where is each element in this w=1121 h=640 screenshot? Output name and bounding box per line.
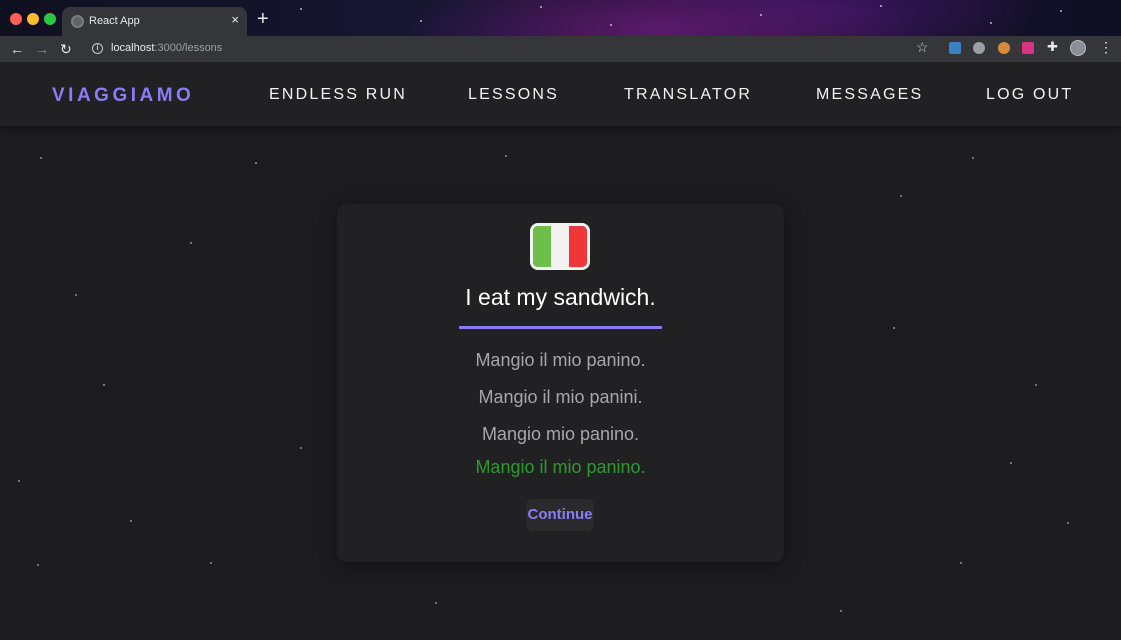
background-star — [505, 155, 507, 157]
decor-star — [990, 22, 992, 24]
profile-avatar[interactable] — [1070, 40, 1086, 56]
background-star — [1010, 462, 1012, 464]
decor-star — [760, 14, 762, 16]
correct-answer-feedback: Mangio il mio panino. — [475, 457, 646, 477]
decor-star — [610, 24, 612, 26]
nav-link-translator[interactable]: TRANSLATOR — [624, 86, 752, 104]
answer-option[interactable]: Mangio il mio panino. — [337, 350, 784, 371]
window-minimize-button[interactable] — [27, 13, 39, 25]
globe-icon — [71, 15, 84, 28]
background-star — [1067, 522, 1069, 524]
italy-flag-icon — [530, 223, 590, 270]
nav-link-lessons[interactable]: LESSONS — [468, 86, 559, 104]
nav-link-endless-run[interactable]: ENDLESS RUN — [269, 86, 407, 104]
bookmark-star-icon[interactable]: ☆ — [916, 39, 929, 56]
background-star — [435, 602, 437, 604]
answer-option[interactable]: Mangio mio panino. — [337, 424, 784, 445]
extension-icon[interactable] — [1022, 42, 1034, 54]
answer-option[interactable]: Mangio il mio panini. — [337, 387, 784, 408]
extension-icon[interactable] — [949, 42, 961, 54]
background-star — [210, 562, 212, 564]
background-star — [840, 610, 842, 612]
back-arrow-icon[interactable]: ← — [10, 40, 24, 58]
top-navbar: VIAGGIAMO ENDLESS RUN LESSONS TRANSLATOR… — [0, 62, 1121, 126]
decor-star — [420, 20, 422, 22]
nav-link-log-out[interactable]: LOG OUT — [986, 86, 1073, 104]
decor-star — [540, 6, 542, 8]
forward-arrow-icon[interactable]: → — [35, 40, 49, 58]
decor-star — [1060, 10, 1062, 12]
background-star — [40, 157, 42, 159]
background-star — [37, 564, 39, 566]
continue-button[interactable]: Continue — [526, 499, 594, 531]
new-tab-button[interactable]: + — [257, 9, 269, 29]
tab-title: React App — [89, 15, 140, 27]
background-star — [130, 520, 132, 522]
background-star — [972, 157, 974, 159]
background-star — [893, 327, 895, 329]
url-path: :3000/lessons — [154, 42, 223, 54]
window-zoom-button[interactable] — [44, 13, 56, 25]
background-star — [18, 480, 20, 482]
decor-star — [880, 5, 882, 7]
extension-icon[interactable] — [973, 42, 985, 54]
reload-icon[interactable]: ↻ — [60, 40, 72, 58]
window-close-button[interactable] — [10, 13, 22, 25]
background-star — [1035, 384, 1037, 386]
background-star — [190, 242, 192, 244]
brand-logo[interactable]: VIAGGIAMO — [52, 85, 194, 107]
background-star — [255, 162, 257, 164]
lesson-card: I eat my sandwich. Mangio il mio panino.… — [337, 204, 784, 562]
background-star — [103, 384, 105, 386]
puzzle-extensions-icon[interactable]: ✚ — [1047, 40, 1061, 54]
browser-tab-strip: React App × + — [0, 0, 1121, 36]
cookie-extension-icon[interactable] — [998, 42, 1010, 54]
decor-star — [300, 8, 302, 10]
background-star — [960, 562, 962, 564]
url-host: localhost — [111, 42, 155, 54]
background-star — [900, 195, 902, 197]
browser-menu-icon[interactable]: ⋮ — [1099, 38, 1113, 56]
info-icon[interactable]: i — [92, 43, 103, 54]
browser-tab[interactable]: React App × — [62, 7, 247, 36]
close-icon[interactable]: × — [231, 12, 239, 28]
background-star — [300, 447, 302, 449]
background-star — [75, 294, 77, 296]
lesson-prompt: I eat my sandwich. — [465, 284, 656, 310]
prompt-underline — [459, 326, 662, 329]
nav-link-messages[interactable]: MESSAGES — [816, 86, 923, 104]
url-text: localhost:3000/lessons — [111, 42, 222, 54]
address-bar[interactable]: i localhost:3000/lessons — [85, 38, 935, 60]
app-viewport: VIAGGIAMO ENDLESS RUN LESSONS TRANSLATOR… — [0, 62, 1121, 640]
